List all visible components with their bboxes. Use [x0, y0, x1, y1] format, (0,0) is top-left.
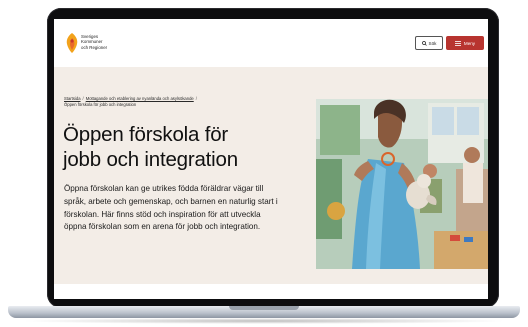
laptop-shadow — [20, 318, 508, 324]
hero-photo — [316, 99, 488, 269]
hero-photo-illustration — [316, 99, 488, 269]
menu-button-label: Meny — [463, 40, 476, 46]
breadcrumb-separator: / — [195, 96, 197, 101]
page-lead-text: Öppna förskolan kan ge utrikes födda för… — [64, 184, 278, 232]
skr-logo[interactable]: Sveriges Kommuner och Regioner — [65, 32, 145, 56]
hero-section: Startsida / Mottagande och etablering av n… — [54, 67, 488, 284]
logo-line: och Regioner — [81, 44, 108, 50]
hamburger-icon — [454, 40, 461, 46]
page-title: Öppen förskola för jobb och integration — [63, 123, 238, 171]
search-button-label: Sök — [428, 40, 437, 46]
breadcrumb-current: Öppen förskola för jobb och integration — [64, 102, 137, 107]
menu-button[interactable]: Meny — [446, 36, 484, 50]
content-below-hero — [54, 284, 488, 299]
breadcrumb-separator: / — [82, 96, 84, 101]
breadcrumb-link-parent[interactable]: Mottagande och etablering av nyanlända o… — [86, 96, 194, 101]
breadcrumb-link-home[interactable]: Startsida — [64, 96, 81, 101]
search-icon — [421, 40, 427, 46]
search-button[interactable]: Sök — [415, 36, 443, 50]
skr-flame-logo-icon — [66, 33, 78, 53]
breadcrumb: Startsida / Mottagande och etablering av n… — [64, 96, 224, 108]
browser-screen: Sveriges Kommuner och Regioner Sök Meny … — [54, 19, 488, 299]
laptop-notch — [229, 306, 299, 310]
logo-text: Sveriges Kommuner och Regioner — [81, 34, 143, 50]
site-header: Sveriges Kommuner och Regioner Sök Meny — [54, 19, 488, 67]
